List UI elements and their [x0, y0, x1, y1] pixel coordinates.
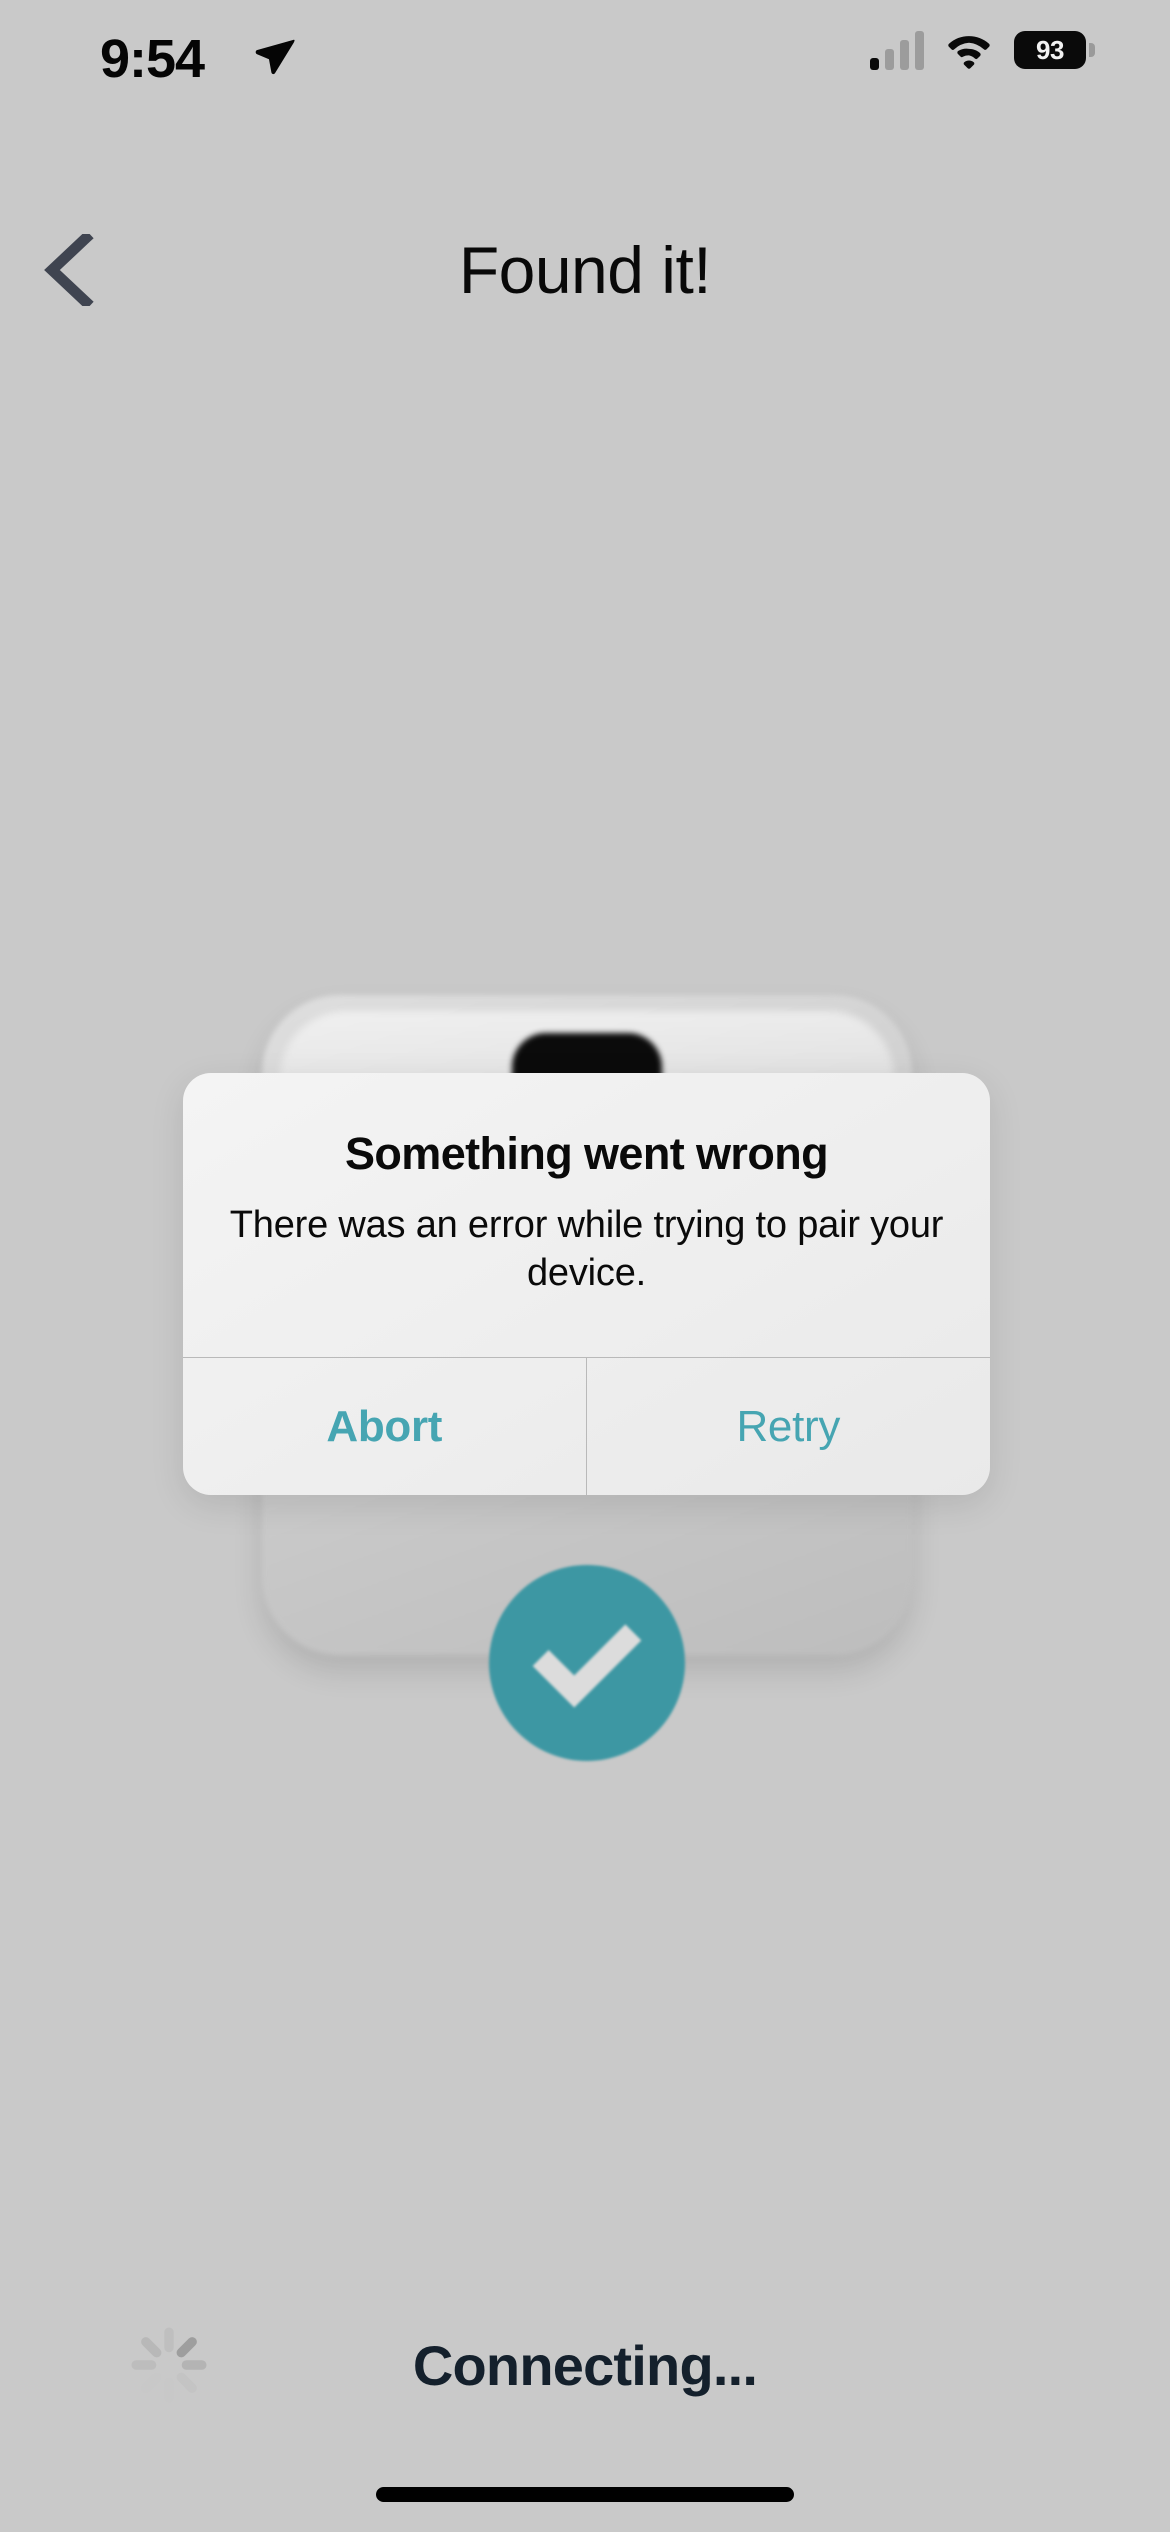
- alert-message: There was an error while trying to pair …: [229, 1203, 944, 1295]
- phone-screen: 9:54 93 Found it! Something went wrong T…: [0, 0, 1170, 2532]
- footer-status: Connecting...: [0, 2300, 1170, 2440]
- home-indicator[interactable]: [376, 2487, 794, 2502]
- alert-backdrop: Something went wrong There was an error …: [0, 0, 1170, 2532]
- alert-content: Something went wrong There was an error …: [183, 1073, 990, 1298]
- alert-dialog: Something went wrong There was an error …: [183, 1073, 990, 1495]
- connecting-status-label: Connecting...: [412, 2333, 758, 2397]
- abort-button[interactable]: Abort: [183, 1358, 587, 1495]
- alert-actions: Abort Retry: [183, 1357, 990, 1495]
- retry-button[interactable]: Retry: [587, 1358, 991, 1495]
- alert-title: Something went wrong: [345, 1128, 829, 1179]
